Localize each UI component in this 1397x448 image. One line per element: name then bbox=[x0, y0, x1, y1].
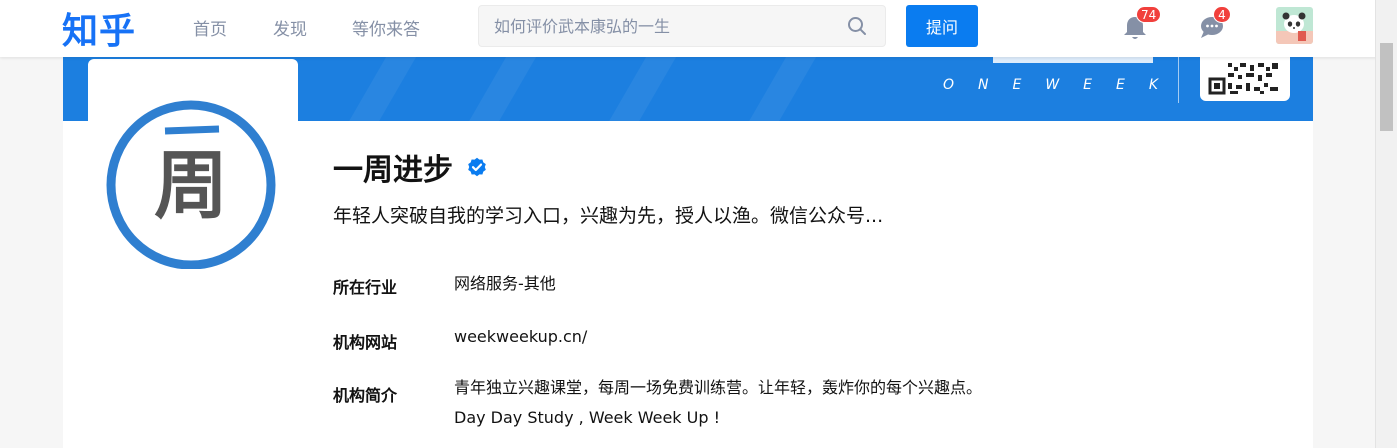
messages-button[interactable]: 4 bbox=[1197, 6, 1231, 44]
zhihu-logo[interactable]: 知乎 bbox=[62, 2, 136, 54]
verified-badge-icon[interactable] bbox=[467, 157, 487, 177]
info-label-industry: 所在行业 bbox=[333, 278, 398, 297]
profile-name: 一周进步 bbox=[333, 153, 453, 188]
search-input[interactable] bbox=[479, 6, 839, 46]
cover-decoration bbox=[448, 57, 548, 121]
cover-decoration bbox=[588, 57, 688, 121]
cover-brand-mark bbox=[993, 57, 1153, 63]
ask-question-button[interactable]: 提问 bbox=[906, 5, 978, 47]
message-count-badge: 4 bbox=[1213, 6, 1231, 23]
notification-count-badge: 74 bbox=[1136, 6, 1162, 23]
cover-decoration bbox=[328, 57, 428, 121]
qr-code-icon bbox=[1208, 61, 1280, 95]
page-scrollbar[interactable] bbox=[1375, 0, 1397, 448]
info-value-industry: 网络服务-其他 bbox=[454, 274, 556, 293]
cover-divider bbox=[1178, 57, 1179, 103]
info-value-intro: 青年独立兴趣课堂，每周一场免费训练营。让年轻，轰炸你的每个兴趣点。Day Day… bbox=[454, 378, 983, 427]
org-logo-glyph: 周 bbox=[154, 143, 228, 229]
nav-discover[interactable]: 发现 bbox=[273, 15, 307, 40]
search-icon[interactable] bbox=[847, 16, 867, 36]
user-avatar[interactable] bbox=[1276, 7, 1313, 44]
info-value-website[interactable]: weekweekup.cn/ bbox=[454, 322, 994, 352]
organization-logo[interactable]: 周 bbox=[88, 59, 298, 270]
avatar-image bbox=[1276, 7, 1313, 44]
nav-home[interactable]: 首页 bbox=[193, 15, 227, 40]
profile-name-row: 一周进步 bbox=[333, 145, 487, 189]
notifications-button[interactable]: 74 bbox=[1120, 6, 1162, 44]
org-logo-image: 周 bbox=[106, 100, 276, 270]
info-label-website: 机构网站 bbox=[333, 333, 398, 352]
info-label-intro: 机构简介 bbox=[333, 386, 398, 405]
top-nav-bar: 知乎 首页 发现 等你来答 提问 74 4 bbox=[0, 0, 1397, 57]
cover-decoration bbox=[728, 57, 828, 121]
profile-card: ONEWEEK 周 一周进步 年轻人突破自我的学习入口，兴趣为先，授人以渔。微信… bbox=[63, 57, 1313, 448]
qr-code bbox=[1200, 57, 1290, 101]
nav-waiting-answers[interactable]: 等你来答 bbox=[352, 15, 420, 40]
profile-headline: 年轻人突破自我的学习入口，兴趣为先，授人以渔。微信公众号... bbox=[333, 205, 884, 227]
cover-tagline: ONEWEEK bbox=[943, 77, 1183, 93]
scrollbar-thumb[interactable] bbox=[1380, 43, 1393, 131]
search-box bbox=[478, 5, 886, 47]
